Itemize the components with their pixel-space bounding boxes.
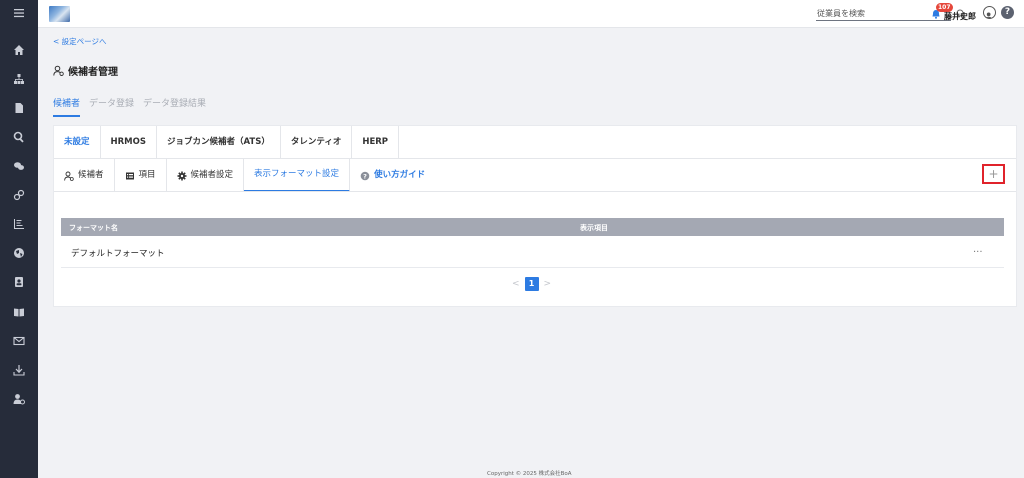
tab-candidates[interactable]: 候補者 [53, 96, 81, 117]
main-tabs: 候補者 データ登録 データ登録結果 [53, 96, 206, 117]
contact-icon[interactable] [0, 272, 38, 292]
pagination: < 1 > [512, 277, 551, 291]
page-title: 候補者管理 [53, 63, 118, 78]
gear-icon [177, 171, 187, 180]
format-name-cell: デフォルトフォーマット [71, 249, 165, 259]
breadcrumb[interactable]: < 設定ページへ [53, 36, 107, 47]
tab-ats-jobcan[interactable]: ジョブカン候補者（ATS） [157, 126, 281, 158]
prev-page-button[interactable]: < [512, 279, 520, 289]
sidebar [0, 0, 38, 478]
more-actions-button[interactable]: ... [973, 244, 983, 255]
menu-icon[interactable] [0, 3, 38, 23]
page-number-current[interactable]: 1 [524, 277, 539, 291]
top-header: 107 藤井史郎 ? [38, 0, 1024, 28]
tab-candidate-settings[interactable]: 候補者設定 [167, 159, 245, 192]
org-chart-icon[interactable] [0, 69, 38, 89]
svg-text:?: ? [363, 172, 367, 180]
download-icon[interactable] [0, 360, 38, 380]
chat-icon[interactable] [0, 156, 38, 176]
tab-data-registration[interactable]: データ登録 [89, 96, 134, 117]
tab-ats-talentio[interactable]: タレンティオ [281, 126, 353, 158]
usage-guide-link[interactable]: ? 使い方ガイド [350, 159, 435, 192]
sub-tabs: 候補者 項目 候補者設定 表示フォーマット設定 ? 使い方ガイド [54, 159, 435, 192]
tab-data-registration-results[interactable]: データ登録結果 [143, 96, 206, 117]
mail-icon[interactable] [0, 331, 38, 351]
user-name[interactable]: 藤井史郎 [944, 11, 976, 22]
page-title-text: 候補者管理 [68, 67, 118, 78]
footer-copyright: Copyright © 2025 株式会社BoA [487, 471, 572, 477]
format-table: フォーマット名 表示項目 デフォルトフォーマット ... [61, 218, 1004, 268]
tab-ats-hrmos[interactable]: HRMOS [101, 126, 157, 158]
ats-tabs: 未設定 HRMOS ジョブカン候補者（ATS） タレンティオ HERP [54, 126, 400, 158]
candidate-icon [64, 171, 74, 181]
list-icon [125, 172, 134, 179]
help-icon[interactable]: ? [1001, 6, 1014, 19]
tab-label: 表示フォーマット設定 [254, 169, 340, 179]
add-format-button[interactable]: + [982, 164, 1005, 184]
bar-chart-icon[interactable] [0, 214, 38, 234]
column-header-display-items: 表示項目 [580, 224, 608, 232]
table-header: フォーマット名 表示項目 [61, 218, 1004, 236]
content-card: 未設定 HRMOS ジョブカン候補者（ATS） タレンティオ HERP 候補者 … [53, 125, 1017, 307]
home-icon[interactable] [0, 40, 38, 60]
tab-candidate-list[interactable]: 候補者 [54, 159, 115, 192]
company-logo[interactable] [49, 6, 70, 22]
avatar[interactable] [983, 6, 996, 19]
table-row[interactable]: デフォルトフォーマット ... [61, 236, 1004, 268]
document-icon[interactable] [0, 98, 38, 118]
divider [54, 191, 1016, 192]
tab-label: 項目 [138, 170, 156, 180]
column-header-format-name: フォーマット名 [69, 224, 118, 232]
tab-items[interactable]: 項目 [115, 159, 167, 192]
globe-icon[interactable] [0, 243, 38, 263]
tab-ats-herp[interactable]: HERP [352, 126, 400, 158]
user-settings-icon[interactable] [0, 389, 38, 409]
next-page-button[interactable]: > [544, 279, 552, 289]
question-icon: ? [360, 171, 370, 180]
tab-label: 使い方ガイド [374, 170, 426, 180]
tab-label: 候補者設定 [190, 170, 234, 180]
candidate-icon [53, 65, 64, 76]
tab-ats-unset[interactable]: 未設定 [54, 126, 101, 158]
link-icon[interactable] [0, 185, 38, 205]
tab-display-format-settings[interactable]: 表示フォーマット設定 [244, 159, 351, 192]
search-icon[interactable] [0, 127, 38, 147]
tab-label: 候補者 [78, 170, 104, 180]
book-icon[interactable] [0, 302, 38, 322]
